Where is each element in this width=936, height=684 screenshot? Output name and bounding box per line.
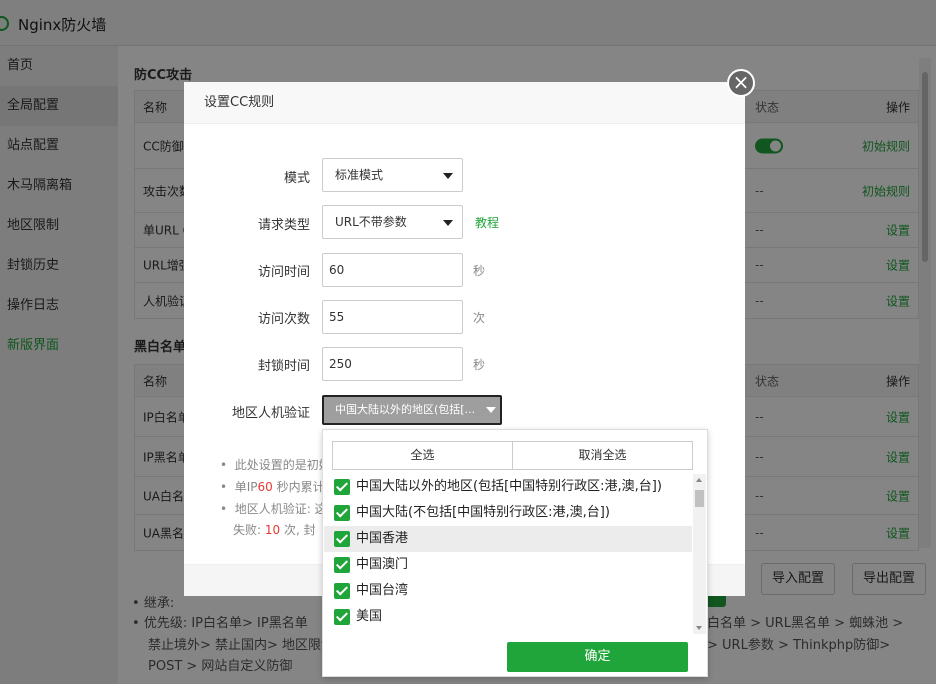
visit-count-unit: 次 [473, 311, 486, 325]
request-type-label: 请求类型 [257, 218, 310, 233]
ban-time-label: 封锁时间 [257, 359, 310, 374]
region-option[interactable]: 中国澳门 [324, 552, 692, 578]
checkbox-checked-icon[interactable] [334, 609, 350, 625]
region-option-label: 中国台湾 [356, 583, 409, 598]
visit-count-label: 访问次数 [257, 312, 310, 327]
geo-dropdown-panel: 全选 取消全选 中国大陆以外的地区(包括[中国特别行政区:港,澳,台]) 中国大… [322, 429, 708, 677]
checkbox-checked-icon[interactable] [334, 479, 350, 495]
checkbox-checked-icon[interactable] [334, 583, 350, 599]
ban-time-input[interactable]: 250 [322, 347, 463, 381]
mode-select[interactable]: 标准模式 [322, 158, 463, 192]
region-option-label: 中国澳门 [356, 557, 409, 572]
scroll-up-arrow-icon[interactable] [696, 478, 702, 482]
close-icon[interactable]: × [727, 69, 755, 97]
dialog-title: 设置CC规则 [184, 82, 745, 124]
visit-time-label: 访问时间 [257, 265, 310, 280]
note-line-1: • 此处设置的是初始 [220, 458, 331, 472]
region-option[interactable]: 中国台湾 [324, 578, 692, 604]
region-option-label: 美国 [356, 609, 383, 624]
region-option[interactable]: 中国大陆(不包括[中国特别行政区:港,澳,台]) [324, 500, 692, 526]
region-option-label: 中国香港 [356, 531, 409, 546]
select-all-button[interactable]: 全选 [333, 442, 512, 469]
scroll-down-arrow-icon[interactable] [696, 626, 702, 630]
checkbox-checked-icon[interactable] [334, 505, 350, 521]
checkbox-checked-icon[interactable] [334, 557, 350, 573]
note-line-3: • 地区人机验证: 这 [220, 502, 327, 516]
note-line-4: 失败: 10 次, 封 [233, 523, 316, 537]
chevron-down-icon [443, 173, 453, 179]
dropdown-scrollbar[interactable] [693, 474, 706, 634]
tutorial-link[interactable]: 教程 [475, 214, 499, 231]
scrollbar-thumb[interactable] [695, 490, 704, 507]
visit-time-unit: 秒 [473, 264, 486, 278]
region-option[interactable]: 中国香港 [324, 526, 692, 552]
visit-time-input[interactable]: 60 [322, 253, 463, 287]
geo-captcha-value: 中国大陆以外的地区(包括[... [335, 403, 476, 416]
chevron-down-icon [443, 220, 453, 226]
request-type-value: URL不带参数 [335, 215, 407, 229]
region-option-list: 中国大陆以外的地区(包括[中国特别行政区:港,澳,台]) 中国大陆(不包括[中国… [324, 474, 692, 634]
note-line-2: • 单IP60 秒内累计 [220, 480, 325, 494]
request-type-select[interactable]: URL不带参数 [322, 205, 463, 239]
region-option-label: 中国大陆以外的地区(包括[中国特别行政区:港,澳,台]) [356, 479, 662, 494]
visit-count-input[interactable]: 55 [322, 300, 463, 334]
mode-select-value: 标准模式 [335, 168, 384, 182]
mode-label: 模式 [283, 171, 310, 186]
checkbox-checked-icon[interactable] [334, 531, 350, 547]
deselect-all-button[interactable]: 取消全选 [512, 442, 692, 469]
geo-captcha-label: 地区人机验证 [231, 406, 310, 421]
region-option[interactable]: 美国 [324, 604, 692, 630]
geo-captcha-select[interactable]: 中国大陆以外的地区(包括[... [322, 395, 502, 425]
confirm-button[interactable]: 确定 [507, 642, 688, 672]
chevron-down-icon [486, 407, 496, 413]
ban-time-unit: 秒 [473, 358, 486, 372]
region-option-label: 中国大陆(不包括[中国特别行政区:港,澳,台]) [356, 505, 610, 520]
region-option[interactable]: 中国大陆以外的地区(包括[中国特别行政区:港,澳,台]) [324, 474, 692, 500]
select-all-bar: 全选 取消全选 [332, 441, 693, 470]
